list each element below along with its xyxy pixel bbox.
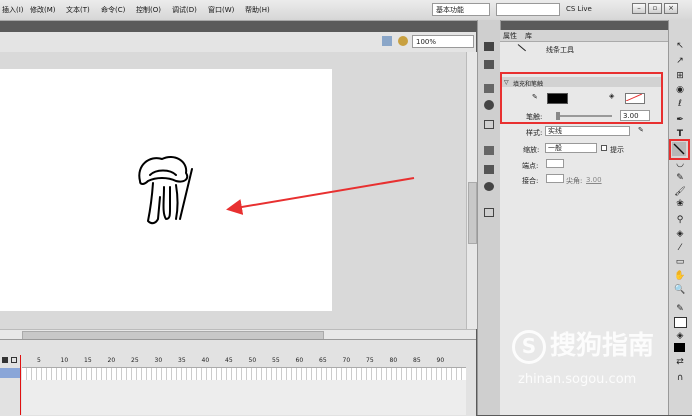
frame-number: 40 [201, 357, 210, 364]
tab-library[interactable]: 库 [525, 31, 532, 41]
join-label: 接合: [522, 177, 539, 185]
layer-row[interactable] [0, 368, 20, 378]
frame-number: 15 [84, 357, 92, 364]
watermark-url: zhinan.sogou.com [518, 372, 637, 387]
brush-tool-icon[interactable]: 🖌 [673, 186, 687, 198]
watermark-logo: S 搜狗指南 [512, 325, 654, 364]
playhead[interactable] [20, 355, 21, 415]
frame-number: 5 [37, 357, 41, 364]
eyedropper-icon[interactable]: ⁄ [673, 242, 687, 254]
bone-tool-icon[interactable]: ⚲ [673, 214, 687, 226]
transform-icon[interactable] [484, 120, 494, 129]
outline-icon[interactable] [11, 357, 17, 363]
line-tool-highlight [669, 139, 690, 160]
frame-number: 85 [413, 357, 421, 364]
frame-number: 55 [272, 357, 280, 364]
frame-number: 30 [154, 357, 163, 364]
stroke-color-tool-swatch[interactable] [674, 317, 687, 328]
frame-number: 70 [342, 357, 351, 364]
color-panel-icon[interactable] [484, 42, 494, 51]
frame-number: 50 [248, 357, 257, 364]
eye-icon[interactable] [2, 357, 8, 363]
fill-stroke-highlight [500, 72, 663, 124]
scene-icon[interactable] [484, 208, 494, 217]
frame-number: 75 [366, 357, 374, 364]
style-label: 样式: [526, 129, 543, 137]
frame-number: 25 [131, 357, 139, 364]
frame-number: 80 [389, 357, 398, 364]
arrow-to-drawing [226, 177, 415, 215]
eraser-icon[interactable]: ▭ [673, 256, 687, 268]
stroke-color-icon[interactable]: ✎ [673, 303, 687, 315]
paint-bucket-icon[interactable]: ◈ [673, 228, 687, 240]
cap-label: 端点: [522, 162, 539, 170]
panel-icon-strip [477, 20, 501, 415]
fill-color-icon[interactable]: ◈ [673, 330, 687, 342]
frame-number: 90 [436, 357, 445, 364]
hint-label: 提示 [610, 146, 624, 154]
hand-tool-icon[interactable]: ✋ [673, 270, 687, 282]
frame-number: 35 [178, 357, 186, 364]
selection-tool-icon[interactable]: ↖ [673, 40, 687, 52]
style-select[interactable]: 实线 [545, 126, 630, 136]
snap-magnet-icon[interactable]: ∩ [673, 372, 687, 384]
frame-number: 65 [319, 357, 327, 364]
rectangle-tool-icon[interactable]: ◡ [673, 158, 687, 170]
miter-label: 尖角: [566, 177, 583, 185]
tool-name: 线条工具 [546, 46, 574, 54]
pen-tool-icon[interactable]: ✒ [673, 114, 687, 126]
info-icon[interactable] [484, 100, 494, 110]
pencil-tool-icon[interactable]: ✎ [673, 172, 687, 184]
align-icon[interactable] [484, 84, 494, 93]
scale-label: 缩放: [523, 146, 540, 154]
cap-select[interactable] [546, 159, 564, 168]
frame-number: 45 [225, 357, 233, 364]
motion-presets-icon[interactable] [484, 182, 494, 191]
subselection-tool-icon[interactable]: ↗ [673, 55, 687, 67]
fill-color-tool-swatch[interactable] [674, 343, 685, 352]
tab-properties[interactable]: 属性 [503, 31, 517, 41]
miter-value[interactable]: 3.00 [586, 176, 602, 184]
lasso-icon[interactable]: ℓ [673, 98, 687, 110]
edit-style-icon[interactable]: ✎ [638, 126, 644, 134]
frame-row[interactable] [22, 367, 466, 381]
frame-number: 10 [60, 357, 69, 364]
frame-number: 20 [107, 357, 116, 364]
history-icon[interactable] [484, 146, 494, 155]
watermark-text: 搜狗指南 [550, 331, 655, 361]
scale-select[interactable]: 一般 [545, 143, 597, 153]
deco-tool-icon[interactable]: ❀ [673, 198, 687, 210]
zoom-tool-icon[interactable]: 🔍 [673, 284, 687, 296]
hint-checkbox[interactable] [601, 145, 607, 151]
swatches-icon[interactable] [484, 60, 494, 69]
free-transform-icon[interactable]: ⊞ [673, 70, 687, 82]
empty-frames [22, 380, 466, 415]
components-icon[interactable] [484, 165, 494, 174]
swap-colors-icon[interactable]: ⇄ [673, 356, 687, 368]
frame-number: 60 [295, 357, 304, 364]
3d-rotation-icon[interactable]: ◉ [673, 84, 687, 96]
join-select[interactable] [546, 174, 564, 183]
sogou-logo-icon: S [512, 329, 546, 364]
